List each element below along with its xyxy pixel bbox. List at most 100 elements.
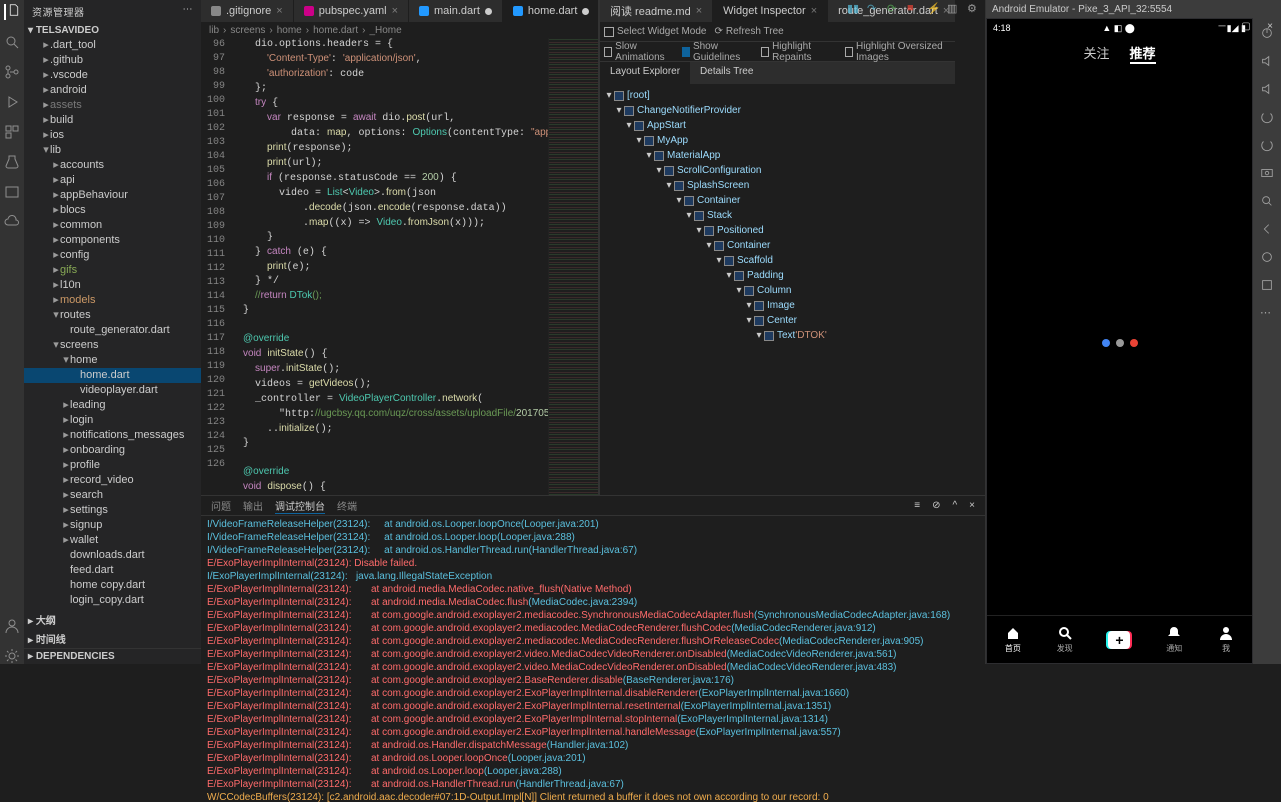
highlight-repaints[interactable]: Highlight Repaints [761,41,835,63]
more-em-icon[interactable]: ⋯ [1260,306,1274,320]
select-widget-mode[interactable]: Select Widget Mode [604,26,707,37]
file-item[interactable]: downloads.dart [24,548,201,563]
highlight-images[interactable]: Highlight Oversized Images [845,41,951,63]
widget-item[interactable]: ▾Container [604,193,951,208]
timeline-section[interactable]: ▸ 时间线 [24,629,201,648]
widget-item[interactable]: ▾Positioned [604,223,951,238]
back-icon[interactable] [1260,222,1274,236]
code-editor[interactable]: dio.options.headers = { 'Content-Type': … [231,38,548,495]
widget-item[interactable]: ▾MaterialApp [604,148,951,163]
debug-step-icon[interactable]: ↷ [867,2,881,16]
folder-item[interactable]: ▸leading [24,398,201,413]
db-icon[interactable] [4,184,20,200]
minimize-icon[interactable]: ─ [1211,18,1233,34]
folder-item[interactable]: ▸.github [24,53,201,68]
file-item[interactable]: home.dart [24,368,201,383]
deps-section[interactable]: ▸ DEPENDENCIES [24,648,201,664]
volume-down-icon[interactable] [1260,82,1274,96]
inspector-tab[interactable]: 阅读 readme.md× [600,0,713,22]
folder-item[interactable]: ▸blocs [24,203,201,218]
file-item[interactable]: login_copy.dart [24,593,201,608]
folder-item[interactable]: ▸.vscode [24,68,201,83]
tab-debug-console[interactable]: 调试控制台 [275,498,325,514]
nav-home[interactable]: 首页 [1005,625,1021,654]
test-icon[interactable] [4,154,20,170]
nav-search[interactable]: 发现 [1057,625,1073,654]
debug-restart-icon[interactable]: ⟳ [887,2,901,16]
folder-item[interactable]: ▾screens [24,338,201,353]
folder-item[interactable]: ▸profile [24,458,201,473]
folder-item[interactable]: ▸settings [24,503,201,518]
folder-item[interactable]: ▾lib [24,143,201,158]
folder-item[interactable]: ▸assets [24,98,201,113]
overview-icon[interactable] [1260,278,1274,292]
folder-item[interactable]: ▸ios [24,128,201,143]
gear-icon[interactable] [4,648,20,664]
debug-stop-icon[interactable]: ■ [907,2,921,16]
widget-item[interactable]: ▾Text 'DTOK' [604,328,951,343]
folder-item[interactable]: ▸.dart_tool [24,38,201,53]
breadcrumb[interactable]: lib›screens›home›home.dart›_Home [201,22,598,38]
folder-item[interactable]: ▸api [24,173,201,188]
tab-details-tree[interactable]: Details Tree [690,62,763,84]
widget-item[interactable]: ▾[root] [604,88,951,103]
folder-item[interactable]: ▸l10n [24,278,201,293]
debug-pause-icon[interactable]: ▮▮ [847,2,861,16]
widget-item[interactable]: ▾MyApp [604,133,951,148]
folder-item[interactable]: ▸appBehaviour [24,188,201,203]
show-guidelines[interactable]: Show Guidelines [682,41,751,63]
nav-bell[interactable]: 通知 [1166,625,1182,654]
files-icon[interactable] [4,4,20,20]
camera-icon[interactable] [1260,166,1274,180]
tab-recommend[interactable]: 推荐 [1130,43,1156,64]
filter-icon[interactable]: ≡ [914,500,920,511]
folder-item[interactable]: ▸wallet [24,533,201,548]
extensions-icon[interactable] [4,124,20,140]
search-icon[interactable] [4,34,20,50]
folder-item[interactable]: ▸config [24,248,201,263]
tab-layout-explorer[interactable]: Layout Explorer [600,62,690,84]
folder-item[interactable]: ▸record_video [24,473,201,488]
project-name[interactable]: ▾ TELSAVIDEO [24,23,201,38]
clear-icon[interactable]: ⊘ [932,500,940,511]
nav-user[interactable]: 我 [1218,625,1234,654]
editor-tab[interactable]: main.dart [409,0,503,22]
widget-item[interactable]: ▾Stack [604,208,951,223]
phone-body[interactable] [987,70,1252,615]
maximize-win-icon[interactable]: ▢ [1235,18,1257,34]
folder-item[interactable]: ▸signup [24,518,201,533]
widget-item[interactable]: ▾Padding [604,268,951,283]
folder-item[interactable]: ▾routes [24,308,201,323]
minimap[interactable] [548,38,598,495]
account-icon[interactable] [4,618,20,634]
widget-item[interactable]: ▾Container [604,238,951,253]
power-icon[interactable] [1260,26,1274,40]
widget-item[interactable]: ▾Scaffold [604,253,951,268]
home-em-icon[interactable] [1260,250,1274,264]
editor-tab[interactable]: .gitignore× [201,0,294,22]
folder-item[interactable]: ▸search [24,488,201,503]
file-item[interactable]: home copy.dart [24,578,201,593]
widget-item[interactable]: ▾Column [604,283,951,298]
slow-animations[interactable]: Slow Animations [604,41,672,63]
folder-item[interactable]: ▸common [24,218,201,233]
volume-up-icon[interactable] [1260,54,1274,68]
widget-item[interactable]: ▾Image [604,298,951,313]
file-item[interactable]: feed.dart [24,563,201,578]
close-panel-icon[interactable]: × [969,500,975,511]
widget-item[interactable]: ▾ScrollConfiguration [604,163,951,178]
folder-item[interactable]: ▸build [24,113,201,128]
cloud-icon[interactable] [4,214,20,230]
folder-item[interactable]: ▸android [24,83,201,98]
tab-problems[interactable]: 问题 [211,498,231,513]
file-item[interactable]: route_generator.dart [24,323,201,338]
editor-tab[interactable]: pubspec.yaml× [294,0,409,22]
folder-item[interactable]: ▸notifications_messages [24,428,201,443]
more-icon[interactable]: ⋯ [183,4,194,19]
file-item[interactable]: videoplayer.dart [24,383,201,398]
folder-item[interactable]: ▸accounts [24,158,201,173]
zoom-icon[interactable] [1260,194,1274,208]
refresh-tree[interactable]: ⟳ Refresh Tree [715,26,784,37]
folder-item[interactable]: ▸components [24,233,201,248]
split-icon[interactable]: ▥ [947,2,961,16]
